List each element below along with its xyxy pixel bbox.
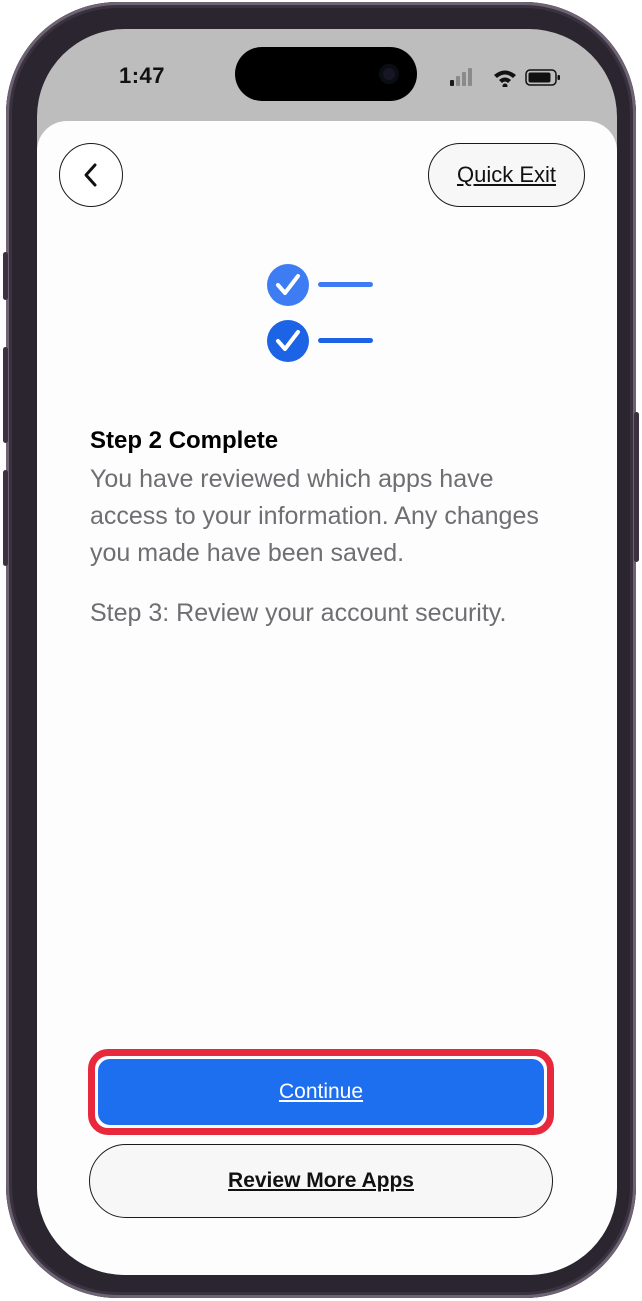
- power-button: [634, 412, 639, 562]
- review-more-apps-button[interactable]: Review More Apps: [89, 1144, 553, 1218]
- action-button: [3, 252, 8, 300]
- dynamic-island: [235, 47, 417, 101]
- volume-down-button: [3, 470, 8, 566]
- back-button[interactable]: [59, 143, 123, 207]
- battery-icon: [525, 69, 560, 86]
- status-icons: [446, 67, 566, 89]
- continue-button[interactable]: Continue: [98, 1059, 544, 1125]
- phone-frame: 1:47 Quick Exit Step 2 Complete You have…: [3, 2, 639, 1298]
- checklist-icon: [265, 263, 385, 373]
- status-time: 1:47: [119, 63, 166, 88]
- chevron-left-icon: [84, 163, 97, 187]
- cellular-signal-icon: [450, 68, 472, 86]
- step-description: You have reviewed which apps have access…: [90, 465, 539, 567]
- volume-up-button: [3, 347, 8, 443]
- step-title: Step 2 Complete: [90, 427, 279, 454]
- screen: 1:47 Quick Exit Step 2 Complete You have…: [37, 29, 617, 1275]
- safety-check-sheet: Quick Exit Step 2 Complete You have revi…: [37, 121, 617, 1275]
- next-step-text: Step 3: Review your account security.: [90, 599, 507, 627]
- front-camera-icon: [379, 64, 399, 84]
- wifi-icon: [494, 70, 516, 89]
- quick-exit-button[interactable]: Quick Exit: [428, 143, 585, 207]
